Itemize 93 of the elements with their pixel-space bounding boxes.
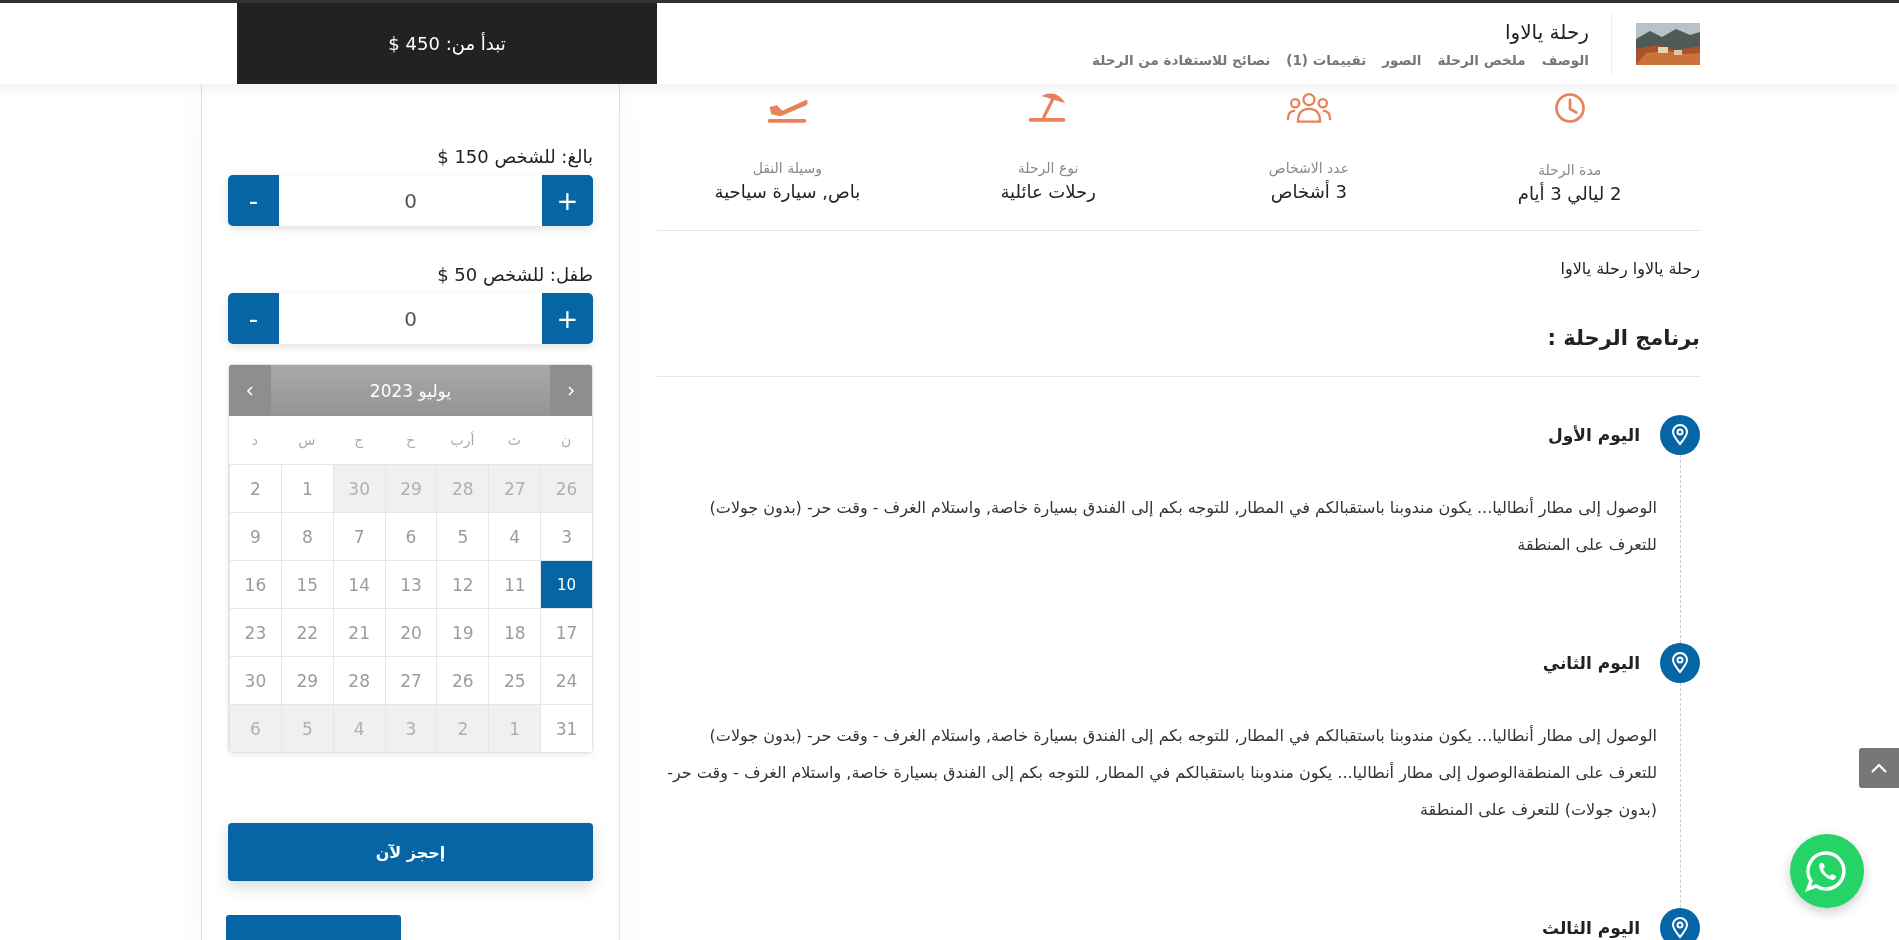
calendar-day[interactable]: 6 xyxy=(229,704,281,752)
calendar-day[interactable]: 22 xyxy=(280,608,333,656)
calendar-day[interactable]: 7 xyxy=(332,512,385,560)
people-icon xyxy=(1285,90,1332,124)
weekday-label: د xyxy=(250,431,260,450)
calendar-day[interactable]: 17 xyxy=(540,608,592,656)
decrement-button[interactable]: - xyxy=(228,293,279,344)
calendar-day[interactable]: 9 xyxy=(229,512,281,560)
calendar-day[interactable]: 2 xyxy=(436,704,489,752)
info-value: 2 ليالي 3 أيام xyxy=(1517,183,1622,204)
book-now-button[interactable]: إحجز لآن xyxy=(228,823,593,881)
calendar-day[interactable]: 4 xyxy=(332,704,385,752)
calendar-day[interactable]: 1 xyxy=(488,704,541,752)
location-pin-icon xyxy=(1660,908,1700,940)
calendar-day[interactable]: 28 xyxy=(332,656,385,704)
day-title: اليوم الثاني xyxy=(1542,653,1640,673)
calendar-day[interactable]: 26 xyxy=(436,656,489,704)
info-label: عدد الاشخاص xyxy=(1268,160,1349,176)
chat-button[interactable] xyxy=(1790,834,1864,908)
nav-link[interactable]: الصور xyxy=(1382,51,1422,68)
next-month-button[interactable] xyxy=(550,365,592,416)
calendar-day[interactable]: 30 xyxy=(332,464,385,512)
day-title: اليوم الأول xyxy=(1548,425,1640,445)
info-label: مدة الرحلة xyxy=(1537,162,1602,178)
ticket-label: طفل: للشخص 50 $ xyxy=(436,264,593,285)
info-value: باص, سيارة سياحية xyxy=(714,181,861,202)
day-description: الوصول إلى مطار أنطاليا... يكون مندوبنا باستقبالكم في المطار, للتوجه بكم إلى الفندق بسيارة خاصة, واستلام الغرف - وقت حر- (بدون جولات) للتعرف على المنطقةالوصول إلى مطار أنطاليا... يكون مندوبنا باستقبالكم في المطار, للتوجه بكم إلى الفندق بسيارة خاصة, واستلام الغرف - وقت حر- (بدون جولات) للتعرف على المنطقة xyxy=(666,724,1657,822)
calendar-day[interactable]: 15 xyxy=(280,560,333,608)
chevron-left-icon xyxy=(246,384,254,397)
calendar-day[interactable]: 12 xyxy=(436,560,489,608)
calendar-day[interactable]: 27 xyxy=(384,656,437,704)
nav-link[interactable]: تقييمات (1) xyxy=(1286,51,1367,68)
calendar-day[interactable]: 16 xyxy=(229,560,281,608)
info-value: رحلات عائلية xyxy=(1000,181,1096,202)
increment-button[interactable]: + xyxy=(542,293,593,344)
calendar-day[interactable]: 24 xyxy=(540,656,592,704)
weekday-label: ج xyxy=(353,431,365,451)
section-heading: برنامج الرحلة : xyxy=(657,326,1700,377)
quantity-field[interactable]: 0 xyxy=(279,293,542,344)
calendar-day[interactable]: 6 xyxy=(384,512,437,560)
calendar-day[interactable]: 29 xyxy=(280,656,333,704)
chevron-up-icon xyxy=(1870,762,1888,774)
description: رحلة يالاوا رحلة يالاوا xyxy=(1559,259,1700,278)
calendar-day[interactable]: 30 xyxy=(229,656,281,704)
action-button[interactable] xyxy=(226,915,401,940)
location-pin-icon xyxy=(1660,415,1700,455)
nav-link[interactable]: نصائح للاستفادة من الرحلة xyxy=(1092,51,1271,68)
calendar-day[interactable]: 20 xyxy=(384,608,437,656)
previous-month-button[interactable] xyxy=(229,365,271,416)
calendar-day[interactable]: 19 xyxy=(436,608,489,656)
calendar-day[interactable]: 13 xyxy=(384,560,437,608)
calendar-day[interactable]: 4 xyxy=(488,512,541,560)
scroll-to-top-button[interactable] xyxy=(1859,748,1899,788)
day-title: اليوم الثالث xyxy=(1541,918,1640,938)
calendar-day[interactable]: 3 xyxy=(540,512,592,560)
weekday-label: أرب xyxy=(449,430,476,451)
weekday-label: ث xyxy=(506,431,522,450)
day-description: الوصول إلى مطار أنطاليا... يكون مندوبنا باستقبالكم في المطار, للتوجه بكم إلى الفندق بسيارة خاصة, واستلام الغرف - وقت حر- (بدون جولات) للتعرف على المنطقة xyxy=(708,496,1657,557)
calendar-day[interactable]: 27 xyxy=(488,464,541,512)
calendar-day[interactable]: 23 xyxy=(229,608,281,656)
trip-title: رحلة يالاوا xyxy=(1504,19,1589,44)
calendar-day[interactable]: 11 xyxy=(488,560,541,608)
calendar-day[interactable]: 14 xyxy=(332,560,385,608)
calendar-day[interactable]: 28 xyxy=(436,464,489,512)
weekday-label: ن xyxy=(559,431,573,450)
info-value: 3 أشخاص xyxy=(1270,181,1347,202)
nav-link[interactable]: الوصف xyxy=(1541,51,1589,68)
weekday-label: خ xyxy=(405,431,417,451)
calendar-day[interactable]: 31 xyxy=(540,704,592,752)
calendar-day[interactable]: 29 xyxy=(384,464,437,512)
info-label: وسيلة النقل xyxy=(752,160,823,176)
calendar-day[interactable]: 18 xyxy=(488,608,541,656)
chevron-right-icon xyxy=(567,384,575,397)
ticket-label: بالغ: للشخص 150 $ xyxy=(436,146,593,167)
decrement-button[interactable]: - xyxy=(228,175,279,226)
increment-button[interactable]: + xyxy=(542,175,593,226)
calendar-day[interactable]: 3 xyxy=(384,704,437,752)
calendar-month: يوليو 2023 xyxy=(368,379,453,403)
calendar-day[interactable]: 2 xyxy=(229,464,281,512)
info-label: نوع الرحلة xyxy=(1017,160,1079,176)
calendar-day[interactable]: 5 xyxy=(280,704,333,752)
quantity-field[interactable]: 0 xyxy=(279,175,542,226)
calendar-day[interactable]: 26 xyxy=(540,464,592,512)
calendar-day[interactable]: 8 xyxy=(280,512,333,560)
calendar-day[interactable]: 5 xyxy=(436,512,489,560)
location-pin-icon xyxy=(1660,643,1700,683)
calendar-day[interactable]: 1 xyxy=(280,464,333,512)
calendar-day[interactable]: 10 xyxy=(540,560,592,608)
nav-link[interactable]: ملخص الرحلة xyxy=(1437,51,1526,68)
calendar-day[interactable]: 21 xyxy=(332,608,385,656)
weekday-label: س xyxy=(297,431,317,451)
price-banner: تبدأ من: 450 $ xyxy=(237,3,657,84)
calendar-day[interactable]: 25 xyxy=(488,656,541,704)
